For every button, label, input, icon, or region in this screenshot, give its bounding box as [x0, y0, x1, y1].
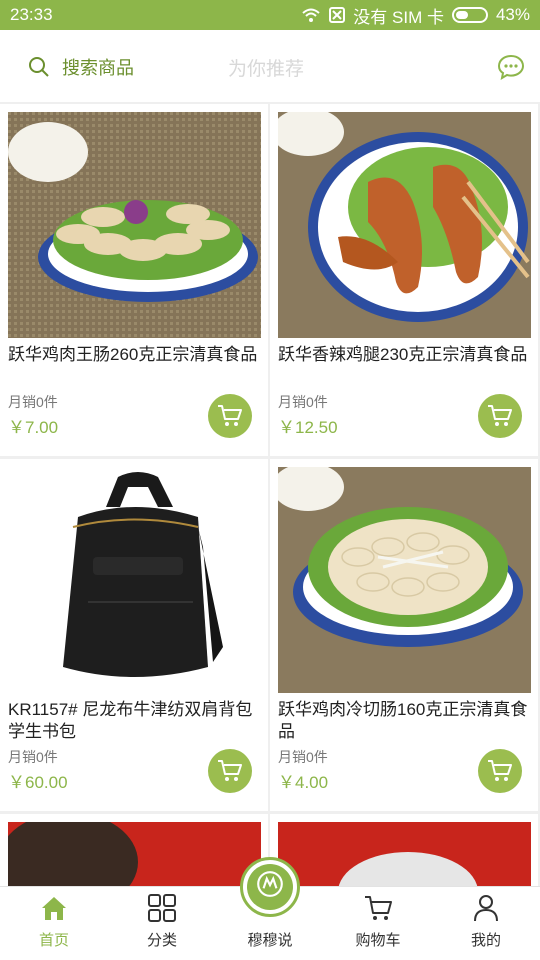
- product-card[interactable]: 跃华鸡肉王肠260克正宗清真食品 月销0件 ￥7.00: [0, 104, 268, 456]
- product-card[interactable]: 跃华鸡肉冷切肠160克正宗清真食品 月销0件 ￥4.00: [270, 459, 538, 811]
- product-sales: 月销0件: [278, 394, 328, 410]
- nav-home[interactable]: 首页: [0, 887, 108, 960]
- search-label: 搜索商品: [62, 58, 134, 78]
- home-icon: [42, 897, 66, 920]
- product-card[interactable]: 跃华香辣鸡腿230克正宗清真食品 月销0件 ￥12.50: [270, 104, 538, 456]
- search-entry[interactable]: 搜索商品: [28, 54, 134, 80]
- product-sales: 月销0件: [278, 749, 328, 765]
- product-sales: 月销0件: [8, 749, 58, 765]
- bottom-nav: 首页 分类 穆穆说 购物车 我的: [0, 857, 540, 960]
- search-icon: [29, 57, 49, 77]
- product-price: ￥4.00: [278, 773, 329, 792]
- recommend-title: 为你推荐: [228, 59, 305, 80]
- product-title[interactable]: 跃华鸡肉冷切肠160克正宗清真食品: [278, 699, 528, 743]
- add-to-cart-button[interactable]: [208, 749, 252, 793]
- cart-icon: [218, 405, 242, 426]
- product-title[interactable]: 跃华鸡肉王肠260克正宗清真食品: [8, 344, 258, 366]
- add-to-cart-button[interactable]: [208, 394, 252, 438]
- product-price: ￥60.00: [8, 773, 68, 792]
- product-image-partial[interactable]: [8, 822, 261, 886]
- battery-fill: [455, 11, 468, 19]
- product-title[interactable]: KR1157# 尼龙布牛津纺双肩背包 学生书包: [8, 699, 258, 743]
- product-title[interactable]: 跃华香辣鸡腿230克正宗清真食品: [278, 344, 528, 366]
- cart-icon: [218, 760, 242, 781]
- product-image-partial[interactable]: [278, 822, 531, 886]
- add-to-cart-button[interactable]: [478, 749, 522, 793]
- product-grid: 跃华鸡肉王肠260克正宗清真食品 月销0件 ￥7.00 跃华香辣鸡腿230克正宗…: [0, 104, 540, 886]
- product-card[interactable]: [0, 814, 268, 886]
- sim-icon: [329, 7, 346, 23]
- status-bar: 23:33 没有 SIM 卡 43%: [0, 0, 540, 30]
- chat-icon[interactable]: [498, 54, 524, 80]
- nav-category[interactable]: 分类: [108, 887, 216, 960]
- cart-icon: [488, 760, 512, 781]
- top-bar: 搜索商品 为你推荐: [0, 30, 540, 102]
- product-card[interactable]: [270, 814, 538, 886]
- product-price: ￥7.00: [8, 418, 59, 437]
- product-price: ￥12.50: [278, 418, 338, 437]
- add-to-cart-button[interactable]: [478, 394, 522, 438]
- nav-home-label: 首页: [38, 932, 69, 949]
- product-card[interactable]: KR1157# 尼龙布牛津纺双肩背包 学生书包 月销0件 ￥60.00: [0, 459, 268, 811]
- product-sales: 月销0件: [8, 394, 58, 410]
- product-image-backpack[interactable]: [8, 467, 261, 693]
- carrier-text: 没有 SIM 卡: [353, 7, 444, 27]
- nav-cart-label: 购物车: [355, 932, 401, 949]
- nav-mumu-label: 穆穆说: [247, 932, 293, 949]
- battery-icon: [451, 7, 488, 23]
- product-image-cold-cut-plate[interactable]: [278, 467, 531, 693]
- nav-cart[interactable]: 购物车: [324, 887, 432, 960]
- status-time: 23:33: [10, 5, 53, 24]
- wifi-icon: [302, 8, 320, 22]
- mumu-logo-icon: [240, 857, 300, 917]
- status-right: 没有 SIM 卡 43%: [301, 3, 530, 28]
- cart-icon: [488, 405, 512, 426]
- nav-me-label: 我的: [470, 932, 501, 949]
- nav-me[interactable]: 我的: [432, 887, 540, 960]
- nav-category-label: 分类: [146, 932, 177, 949]
- nav-mumu[interactable]: 穆穆说: [216, 857, 324, 960]
- product-image-sausage-plate[interactable]: [8, 112, 261, 338]
- user-icon: [474, 895, 498, 922]
- battery-percent: 43%: [495, 5, 530, 24]
- cart-icon: [365, 896, 392, 920]
- grid-icon: [148, 894, 176, 922]
- product-image-chicken-legs[interactable]: [278, 112, 531, 338]
